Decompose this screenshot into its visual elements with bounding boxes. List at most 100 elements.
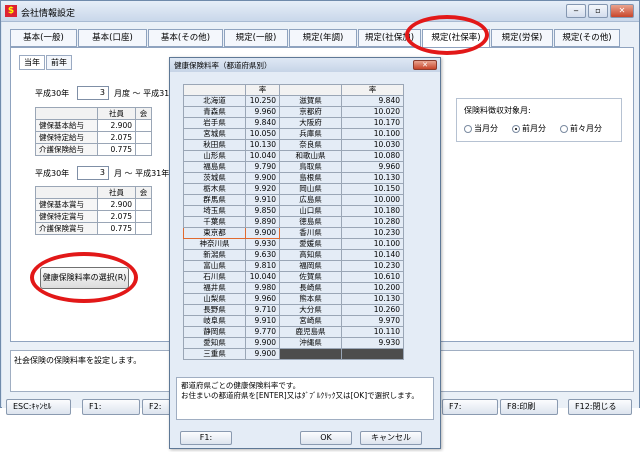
prefecture-rate[interactable]: 10.280 — [341, 216, 404, 228]
rate-cell[interactable] — [135, 119, 152, 132]
tab-0[interactable]: 基本(一般) — [10, 29, 77, 47]
prefecture-name[interactable]: 兵庫県 — [279, 128, 342, 140]
radio-previous-month[interactable]: 前月分 — [512, 123, 546, 134]
rate-cell[interactable]: 2.075 — [97, 131, 136, 144]
prefecture-rate[interactable]: 9.960 — [245, 293, 280, 305]
prefecture-row[interactable]: 山梨県 9.960 熊本県 10.130 — [183, 293, 404, 305]
prefecture-name[interactable]: 千葉県 — [183, 216, 246, 228]
prefecture-rate[interactable]: 9.790 — [245, 161, 280, 173]
prefecture-rate[interactable]: 10.260 — [341, 304, 404, 316]
prefecture-row[interactable]: 秋田県 10.130 奈良県 10.030 — [183, 139, 404, 151]
prefecture-row[interactable]: 福島県 9.790 鳥取県 9.960 — [183, 161, 404, 173]
prefecture-row[interactable]: 岩手県 9.840 大阪府 10.170 — [183, 117, 404, 129]
prefecture-rate[interactable]: 9.810 — [245, 260, 280, 272]
f12-close-button[interactable]: F12:閉じる — [568, 399, 632, 415]
prefecture-row[interactable]: 栃木県 9.920 岡山県 10.150 — [183, 183, 404, 195]
prefecture-row[interactable]: 東京都 9.900 香川県 10.230 — [183, 227, 404, 239]
section2-month-input[interactable]: 3 — [77, 166, 109, 180]
prefecture-name[interactable]: 静岡県 — [183, 326, 246, 338]
prefecture-rate[interactable]: 10.140 — [341, 249, 404, 261]
prefecture-name[interactable]: 福島県 — [183, 161, 246, 173]
dialog-ok-button[interactable]: OK — [300, 431, 352, 445]
prefecture-rate[interactable]: 9.850 — [245, 205, 280, 217]
prefecture-row[interactable]: 新潟県 9.630 高知県 10.140 — [183, 249, 404, 261]
prefecture-rate[interactable]: 10.250 — [245, 95, 280, 107]
prefecture-rate[interactable]: 10.610 — [341, 271, 404, 283]
prefecture-name[interactable]: 三重県 — [183, 348, 246, 360]
prefecture-name[interactable]: 山梨県 — [183, 293, 246, 305]
prefecture-name[interactable]: 奈良県 — [279, 139, 342, 151]
tab-3[interactable]: 規定(一般) — [224, 29, 288, 47]
prefecture-row[interactable]: 福井県 9.980 長崎県 10.200 — [183, 282, 404, 294]
prefecture-name[interactable]: 滋賀県 — [279, 95, 342, 107]
prefecture-rate[interactable]: 9.960 — [341, 161, 404, 173]
prefecture-rate[interactable]: 9.980 — [245, 282, 280, 294]
prefecture-rate[interactable]: 10.100 — [341, 128, 404, 140]
prefecture-name[interactable] — [279, 348, 342, 360]
prefecture-name[interactable]: 香川県 — [279, 227, 342, 239]
prefecture-rate[interactable]: 10.180 — [341, 205, 404, 217]
rate-cell[interactable] — [135, 131, 152, 144]
prefecture-rate[interactable]: 9.910 — [245, 315, 280, 327]
radio-current-month[interactable]: 当月分 — [464, 123, 498, 134]
rate-cell[interactable] — [135, 143, 152, 156]
prefecture-rate[interactable]: 9.900 — [245, 227, 280, 239]
subtab-previous-year[interactable]: 前年 — [46, 55, 72, 70]
rate-cell[interactable] — [135, 198, 152, 211]
dialog-cancel-button[interactable]: キャンセル — [360, 431, 422, 445]
prefecture-name[interactable]: 熊本県 — [279, 293, 342, 305]
prefecture-row[interactable]: 宮城県 10.050 兵庫県 10.100 — [183, 128, 404, 140]
prefecture-name[interactable]: 岡山県 — [279, 183, 342, 195]
prefecture-row[interactable]: 北海道 10.250 滋賀県 9.840 — [183, 95, 404, 107]
prefecture-rate[interactable]: 9.900 — [245, 348, 280, 360]
prefecture-name[interactable]: 埼玉県 — [183, 205, 246, 217]
prefecture-name[interactable]: 和歌山県 — [279, 150, 342, 162]
prefecture-rate[interactable]: 10.050 — [245, 128, 280, 140]
prefecture-rate[interactable]: 10.110 — [341, 326, 404, 338]
prefecture-name[interactable]: 青森県 — [183, 106, 246, 118]
prefecture-name[interactable]: 山口県 — [279, 205, 342, 217]
prefecture-name[interactable]: 福井県 — [183, 282, 246, 294]
dialog-close-button[interactable]: ✕ — [413, 60, 437, 70]
prefecture-rate[interactable]: 10.170 — [341, 117, 404, 129]
prefecture-name[interactable]: 愛知県 — [183, 337, 246, 349]
rate-cell[interactable] — [135, 210, 152, 223]
prefecture-rate[interactable]: 10.080 — [341, 150, 404, 162]
rate-cell[interactable]: 0.775 — [97, 143, 136, 156]
prefecture-rate[interactable]: 10.130 — [341, 293, 404, 305]
prefecture-rate[interactable]: 9.840 — [341, 95, 404, 107]
f1-button[interactable]: F1: — [82, 399, 140, 415]
prefecture-name[interactable]: 佐賀県 — [279, 271, 342, 283]
tab-7[interactable]: 規定(労保) — [491, 29, 553, 47]
prefecture-rate[interactable]: 10.000 — [341, 194, 404, 206]
prefecture-name[interactable]: 群馬県 — [183, 194, 246, 206]
prefecture-name[interactable]: 山形県 — [183, 150, 246, 162]
rate-cell[interactable] — [135, 222, 152, 235]
prefecture-name[interactable]: 神奈川県 — [183, 238, 246, 250]
radio-circle-selected[interactable] — [512, 124, 520, 133]
prefecture-name[interactable]: 広島県 — [279, 194, 342, 206]
prefecture-name[interactable]: 石川県 — [183, 271, 246, 283]
prefecture-rate[interactable]: 9.910 — [245, 194, 280, 206]
prefecture-name[interactable]: 新潟県 — [183, 249, 246, 261]
prefecture-name[interactable]: 愛媛県 — [279, 238, 342, 250]
tab-2[interactable]: 基本(その他) — [148, 29, 223, 47]
prefecture-name[interactable]: 長野県 — [183, 304, 246, 316]
prefecture-row[interactable]: 石川県 10.040 佐賀県 10.610 — [183, 271, 404, 283]
prefecture-row[interactable]: 埼玉県 9.850 山口県 10.180 — [183, 205, 404, 217]
prefecture-row[interactable]: 岐阜県 9.910 宮崎県 9.970 — [183, 315, 404, 327]
close-button[interactable]: ✕ — [610, 4, 634, 18]
subtab-current-year[interactable]: 当年 — [19, 55, 45, 70]
prefecture-rate[interactable]: 10.100 — [341, 238, 404, 250]
prefecture-name[interactable]: 高知県 — [279, 249, 342, 261]
prefecture-rate[interactable]: 10.130 — [341, 172, 404, 184]
dialog-f1-button[interactable]: F1: — [180, 431, 232, 445]
prefecture-name[interactable]: 沖縄県 — [279, 337, 342, 349]
prefecture-name[interactable]: 大分県 — [279, 304, 342, 316]
prefecture-row[interactable]: 神奈川県 9.930 愛媛県 10.100 — [183, 238, 404, 250]
tab-8[interactable]: 規定(その他) — [554, 29, 620, 47]
prefecture-name[interactable]: 大阪府 — [279, 117, 342, 129]
prefecture-row[interactable]: 茨城県 9.900 島根県 10.130 — [183, 172, 404, 184]
prefecture-rate[interactable]: 9.970 — [341, 315, 404, 327]
prefecture-rate[interactable]: 9.630 — [245, 249, 280, 261]
